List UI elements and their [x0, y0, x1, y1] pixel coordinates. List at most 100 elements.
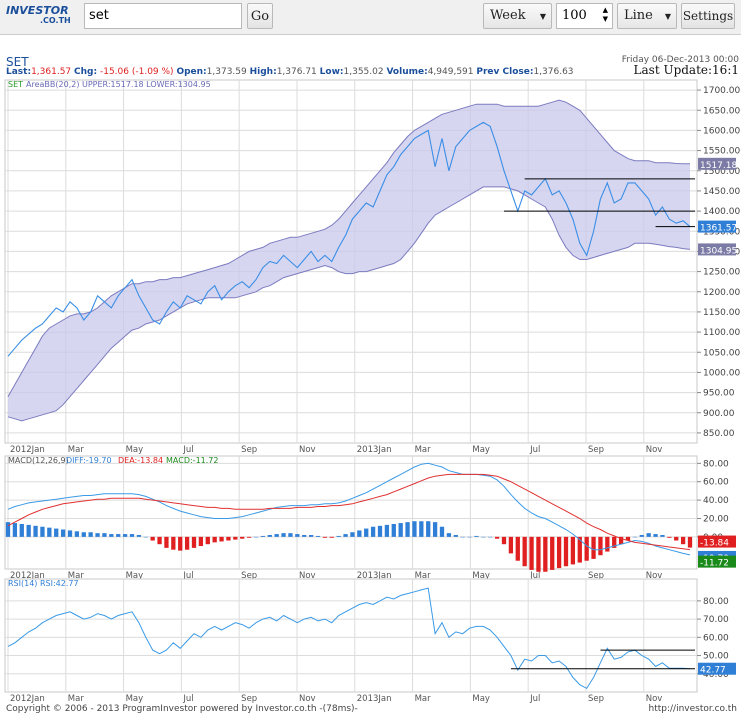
- macd-panel-x-tick-label: Jul: [182, 571, 193, 581]
- price-panel-x-tick-label: Mar: [68, 445, 85, 455]
- rsi-panel-x-tick-label: Jul: [529, 694, 540, 704]
- macd-histogram-bar: [81, 532, 86, 537]
- macd-dea-line: [7, 473, 691, 551]
- macd-histogram-bar: [529, 536, 534, 570]
- macd-histogram-bar: [198, 536, 204, 547]
- macd-histogram-bar: [680, 536, 686, 545]
- macd-histogram-bar: [171, 536, 176, 550]
- price-legend-symbol: SET: [8, 80, 23, 89]
- macd-histogram-bar: [660, 535, 665, 537]
- macd-panel-frame: [4, 455, 698, 570]
- macd-histogram-bar: [563, 536, 569, 567]
- price-panel-tick-label: 1350.00: [703, 227, 740, 237]
- macd-histogram-bar: [350, 532, 355, 537]
- rsi-panel-x-tick-label: May: [126, 694, 144, 704]
- macd-histogram-bar: [412, 521, 417, 537]
- rsi-panel-tick-label: 60.00: [703, 633, 729, 643]
- chart-area[interactable]: 850.00900.00950.001000.001050.001100.001…: [0, 0, 741, 717]
- symbol-search-input[interactable]: set: [84, 3, 242, 29]
- macd-histogram-bar: [295, 534, 300, 537]
- diff-value-label-bg: [698, 550, 736, 563]
- dea-value-label: -13.84: [700, 539, 729, 549]
- count-stepper[interactable]: 100 ▲ ▼: [556, 3, 613, 29]
- macd-histogram-bar: [315, 535, 321, 537]
- macd-histogram-bar: [384, 524, 390, 537]
- rsi-panel-tick-label: 70.00: [703, 615, 729, 625]
- macd-panel-x-tick-label: 2013Jan: [357, 571, 392, 581]
- rsi-value-label: 42.77: [700, 666, 726, 676]
- volume-value: 4,949,591: [427, 67, 474, 77]
- price-panel-x-tick-label: Jul: [182, 445, 193, 455]
- price-panel-x-tick-label: Jul: [529, 445, 540, 455]
- macd-histogram-bar: [136, 535, 142, 537]
- lower-value-label-bg: [698, 243, 736, 256]
- price-panel-x-tick-label: Nov: [299, 445, 316, 455]
- price-panel-x-tick-label: Nov: [646, 445, 663, 455]
- rsi-panel-x-tick-label: 2012Jan: [10, 694, 45, 704]
- macd-histogram-bar: [612, 536, 617, 548]
- investor-logo[interactable]: INVESTOR .CO.TH: [6, 4, 82, 28]
- bollinger-upper-line: [7, 99, 691, 397]
- price-panel-tick-label: 1700.00: [703, 86, 740, 96]
- rsi-panel-x-tick-label: May: [472, 694, 490, 704]
- open-label: Open:: [176, 67, 207, 77]
- last-value: 1,361.57: [31, 67, 72, 77]
- toolbar: INVESTOR .CO.TH set Go Week ▼ 100 ▲ ▼ Li…: [0, 0, 741, 35]
- macd-histogram-bar: [405, 522, 410, 537]
- macd-histogram-bar: [246, 536, 252, 538]
- settings-button[interactable]: Settings: [681, 3, 735, 29]
- macd-legend-title: MACD(12,26,9): [8, 456, 69, 465]
- low-label: Low:: [319, 67, 344, 77]
- rsi-panel-x-tick-label: Sep: [241, 694, 257, 704]
- chart-style-select[interactable]: Line ▼: [617, 3, 677, 29]
- dea-value-label-bg: [698, 535, 736, 548]
- rsi-panel-tick-label: 50.00: [703, 652, 729, 662]
- bollinger-lower-line: [7, 186, 691, 422]
- macd-histogram-bar: [439, 526, 445, 537]
- last-value-label-bg: [698, 220, 736, 233]
- go-button[interactable]: Go: [247, 3, 273, 29]
- macd-histogram-bar: [377, 525, 383, 537]
- price-panel-tick-label: 850.00: [703, 429, 735, 439]
- price-panel-x-tick-label: Mar: [415, 445, 432, 455]
- macd-panel-x-tick-label: May: [126, 571, 144, 581]
- macd-histogram-bar: [226, 536, 231, 541]
- macd-histogram-bar: [178, 536, 183, 551]
- price-line: [7, 121, 691, 357]
- stepper-down-icon[interactable]: ▼: [603, 15, 608, 23]
- macd-histogram-bar: [26, 524, 31, 537]
- quote-line: Last:1,361.57 Chg: -15.06 (-1.09 %) Open…: [6, 67, 574, 77]
- macd-histogram-bar: [109, 534, 114, 537]
- rsi-panel-x-tick-label: Sep: [588, 694, 604, 704]
- macd-panel-tick-label: 40.00: [703, 496, 729, 506]
- macd-legend-diff: DIFF:-19.70: [66, 456, 112, 465]
- macd-histogram-bar: [253, 536, 259, 538]
- macd-histogram-bar: [267, 535, 272, 537]
- macd-histogram-bar: [667, 536, 672, 538]
- high-value: 1,376.71: [276, 67, 317, 77]
- macd-histogram-bar: [60, 529, 66, 537]
- last-update: Last Update:16:1: [633, 63, 739, 77]
- macd-panel-tick-label: 80.00: [703, 459, 729, 469]
- prev-close-value: 1,376.63: [533, 67, 574, 77]
- price-panel-tick-label: 1600.00: [703, 126, 740, 136]
- macd-histogram-bar: [102, 533, 107, 537]
- macd-histogram-bar: [584, 536, 589, 561]
- macd-histogram-bar: [329, 536, 334, 538]
- price-panel-tick-label: 1400.00: [703, 207, 740, 217]
- macd-histogram-bar: [164, 536, 169, 548]
- stepper-up-icon[interactable]: ▲: [603, 6, 608, 14]
- price-panel-tick-label: 1650.00: [703, 106, 740, 116]
- lower-value-label: 1304.95: [700, 246, 737, 256]
- footer-link[interactable]: http://investor.co.th: [649, 704, 738, 714]
- footer-copyright: Copyright © 2006 - 2013 ProgramInvestor …: [6, 704, 358, 714]
- price-panel-x-tick-label: 2012Jan: [10, 445, 45, 455]
- open-value: 1,373.59: [206, 67, 247, 77]
- price-panel-x-tick-label: May: [472, 445, 490, 455]
- rsi-panel-x-tick-label: Nov: [646, 694, 663, 704]
- upper-value-label: 1517.18: [700, 161, 737, 171]
- rsi-line: [7, 587, 691, 690]
- period-select[interactable]: Week ▼: [483, 3, 552, 29]
- macd-panel-x-tick-label: Sep: [588, 571, 604, 581]
- macd-histogram-bar: [556, 536, 562, 569]
